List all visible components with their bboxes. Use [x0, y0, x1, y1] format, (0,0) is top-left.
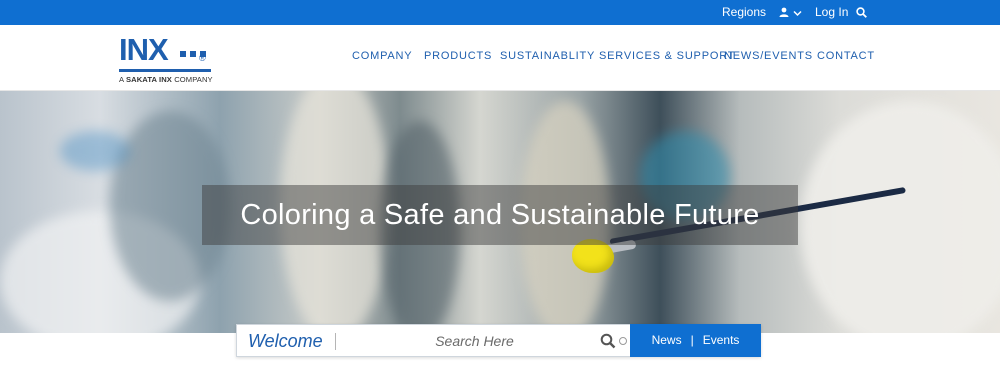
- regions-link[interactable]: Regions: [722, 0, 766, 25]
- news-events-bar: News | Events: [630, 324, 761, 357]
- search-icon: [600, 333, 616, 349]
- user-menu-toggle[interactable]: [779, 0, 805, 25]
- news-link[interactable]: News: [652, 333, 682, 347]
- nav-products[interactable]: PRODUCTS: [424, 25, 492, 87]
- top-search-button[interactable]: [856, 0, 868, 25]
- logo-rule: [119, 69, 211, 72]
- top-utility-bar: Regions Log In: [0, 0, 1000, 25]
- login-link[interactable]: Log In: [815, 0, 848, 25]
- search-button[interactable]: [600, 333, 616, 349]
- news-events-separator: |: [690, 333, 694, 347]
- gloved-hand-shape: [800, 101, 1000, 333]
- inx-logo[interactable]: INX ® A SAKATA INX COMPANY: [119, 33, 214, 85]
- nav-news-events[interactable]: NEWS/EVENTS: [724, 25, 813, 87]
- nav-company[interactable]: COMPANY: [352, 25, 412, 87]
- logo-dots: [180, 44, 212, 57]
- logo-wordmark: INX: [119, 32, 169, 67]
- nav-contact[interactable]: CONTACT: [817, 25, 875, 87]
- nav-sustainability[interactable]: SUSTAINABLITY: [500, 25, 595, 87]
- logo-tagline: A SAKATA INX COMPANY: [119, 75, 213, 84]
- nav-services-support[interactable]: SERVICES & SUPPORT: [599, 25, 735, 87]
- welcome-search-bar: Welcome News | Events: [236, 324, 761, 357]
- search-input[interactable]: [347, 328, 602, 354]
- events-link[interactable]: Events: [703, 333, 740, 347]
- welcome-label: Welcome: [248, 331, 323, 351]
- registered-mark: ®: [199, 53, 206, 63]
- search-icon: [856, 7, 867, 18]
- hero-tagline: Coloring a Safe and Sustainable Future: [202, 185, 798, 245]
- hero-bg-shape: [60, 131, 130, 171]
- chevron-down-icon: [793, 10, 802, 17]
- divider: [335, 333, 336, 350]
- hero-banner: Coloring a Safe and Sustainable Future: [0, 91, 1000, 333]
- site-header: INX ® A SAKATA INX COMPANY COMPANY PRODU…: [0, 25, 1000, 91]
- loading-spinner-icon: [619, 337, 627, 345]
- user-icon: [779, 7, 789, 17]
